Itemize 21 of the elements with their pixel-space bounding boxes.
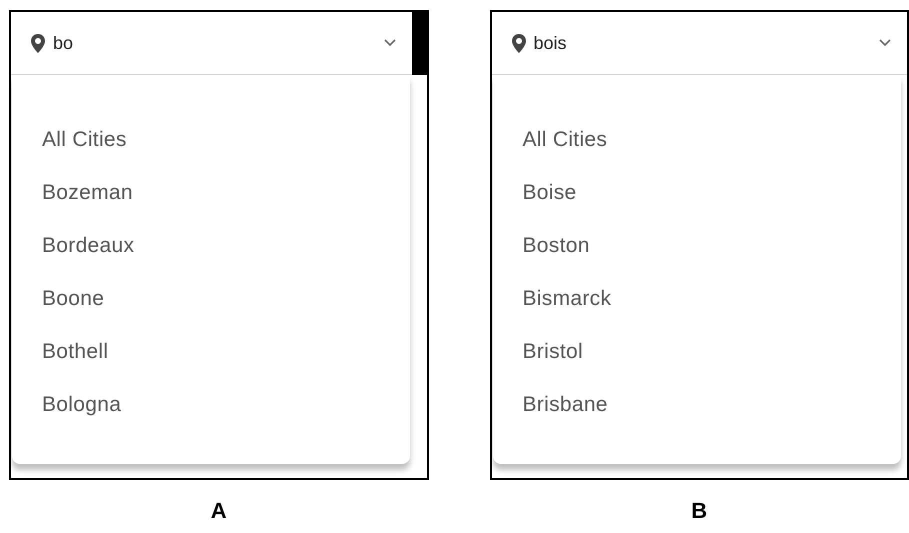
- city-option[interactable]: All Cities: [12, 113, 410, 166]
- city-option[interactable]: Bismarck: [492, 272, 901, 325]
- city-option[interactable]: Bozeman: [12, 166, 410, 219]
- chevron-down-icon[interactable]: [384, 39, 396, 47]
- search-bar[interactable]: bo: [11, 12, 412, 75]
- city-option[interactable]: Boone: [12, 272, 410, 325]
- city-option[interactable]: Brisbane: [492, 378, 901, 431]
- panel-label: A: [210, 499, 228, 524]
- chevron-down-icon[interactable]: [879, 39, 891, 47]
- city-option[interactable]: Boston: [492, 219, 901, 272]
- city-search-field[interactable]: bois: [534, 30, 834, 56]
- city-option[interactable]: Boise: [492, 166, 901, 219]
- location-pin-icon: [512, 34, 526, 52]
- panel-label: B: [690, 499, 708, 524]
- location-pin-icon: [31, 34, 45, 52]
- city-option[interactable]: Bologna: [12, 378, 410, 431]
- city-option[interactable]: Bothell: [12, 325, 410, 378]
- city-search-field[interactable]: bo: [53, 30, 353, 56]
- city-option[interactable]: Bordeaux: [12, 219, 410, 272]
- city-option[interactable]: Bristol: [492, 325, 901, 378]
- city-option[interactable]: All Cities: [492, 113, 901, 166]
